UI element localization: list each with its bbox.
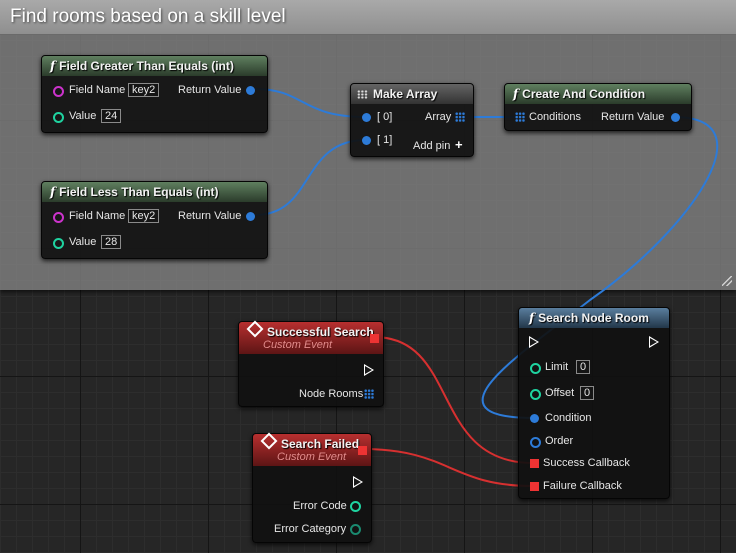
offset-label: Offset xyxy=(545,387,575,399)
node-header[interactable]: Make Array xyxy=(351,84,473,104)
node-header[interactable]: Search Failed Custom Event xyxy=(253,432,371,466)
order-pin[interactable] xyxy=(530,437,541,448)
value-input[interactable]: 24 xyxy=(101,109,122,123)
array-input-label-1: [ 1] xyxy=(377,134,393,146)
custom-event-icon xyxy=(246,320,264,338)
return-value-label: Return Value xyxy=(178,210,242,222)
value-pin[interactable] xyxy=(53,112,64,123)
limit-input[interactable]: 0 xyxy=(576,360,591,374)
error-code-pin[interactable] xyxy=(350,501,361,512)
node-subtitle: Custom Event xyxy=(263,339,333,351)
event-delegate-pin[interactable] xyxy=(358,446,367,455)
failure-callback-pin[interactable] xyxy=(530,482,539,491)
field-name-label: Field Name xyxy=(69,210,126,222)
offset-pin[interactable] xyxy=(530,389,541,400)
array-input-pin-1[interactable] xyxy=(362,136,371,145)
node-subtitle: Custom Event xyxy=(277,451,347,463)
conditions-input-pin[interactable] xyxy=(515,112,525,122)
node-title: Field Less Than Equals (int) xyxy=(59,185,219,199)
conditions-label: Conditions xyxy=(529,111,581,123)
node-title: Make Array xyxy=(373,87,438,101)
array-input-pin-0[interactable] xyxy=(362,113,371,122)
node-header[interactable]: f Search Node Room xyxy=(519,308,669,328)
function-icon: f xyxy=(50,59,56,73)
node-header[interactable]: f Field Less Than Equals (int) xyxy=(42,182,267,202)
failure-callback-label: Failure Callback xyxy=(543,480,622,492)
error-category-label: Error Category xyxy=(274,523,347,535)
array-output-label: Array xyxy=(425,111,452,123)
value-input[interactable]: 28 xyxy=(101,235,122,249)
return-value-pin[interactable] xyxy=(246,86,255,95)
exec-out-pin[interactable] xyxy=(353,476,363,488)
node-rooms-label: Node Rooms xyxy=(299,388,364,400)
node-title: Search Node Room xyxy=(538,311,649,325)
node-header[interactable]: Successful Search Custom Event xyxy=(239,320,383,354)
exec-out-pin[interactable] xyxy=(364,364,374,376)
error-code-label: Error Code xyxy=(293,500,347,512)
field-name-label: Field Name xyxy=(69,84,126,96)
limit-pin[interactable] xyxy=(530,363,541,374)
node-title: Create And Condition xyxy=(522,87,646,101)
field-name-input[interactable]: key2 xyxy=(128,209,160,223)
field-name-input[interactable]: key2 xyxy=(128,83,160,97)
exec-out-pin[interactable] xyxy=(649,336,659,348)
node-title: Search Failed xyxy=(281,437,360,451)
condition-label: Condition xyxy=(545,412,592,424)
node-search-failed-event[interactable]: Search Failed Custom Event Error Code Er… xyxy=(252,432,372,543)
node-header[interactable]: f Create And Condition xyxy=(505,84,691,104)
add-pin-icon[interactable]: + xyxy=(455,138,463,151)
return-value-pin[interactable] xyxy=(246,212,255,221)
condition-pin[interactable] xyxy=(530,414,539,423)
return-value-label: Return Value xyxy=(601,111,665,123)
make-array-icon xyxy=(357,90,368,100)
field-name-pin[interactable] xyxy=(53,212,64,223)
add-pin-label[interactable]: Add pin xyxy=(413,139,450,153)
offset-input[interactable]: 0 xyxy=(580,386,595,400)
function-icon: f xyxy=(529,311,535,325)
return-value-label: Return Value xyxy=(178,84,242,96)
node-field-less-than-equals[interactable]: f Field Less Than Equals (int) Field Name… xyxy=(41,181,268,259)
return-value-pin[interactable] xyxy=(671,113,680,122)
node-successful-search-event[interactable]: Successful Search Custom Event Node Room… xyxy=(238,320,384,407)
field-name-pin[interactable] xyxy=(53,86,64,97)
array-output-pin[interactable] xyxy=(455,112,465,122)
success-callback-pin[interactable] xyxy=(530,459,539,468)
node-search-node-room[interactable]: f Search Node Room Limit 0 Offset 0 Condi… xyxy=(518,307,670,499)
success-callback-label: Success Callback xyxy=(543,457,630,469)
exec-in-pin[interactable] xyxy=(529,336,539,348)
node-title: Field Greater Than Equals (int) xyxy=(59,59,234,73)
value-label: Value xyxy=(69,110,97,122)
node-make-array[interactable]: Make Array [ 0] Array [ 1] Add pin + xyxy=(350,83,474,157)
node-create-and-condition[interactable]: f Create And Condition Conditions Return … xyxy=(504,83,692,131)
limit-label: Limit xyxy=(545,361,569,373)
node-header[interactable]: f Field Greater Than Equals (int) xyxy=(42,56,267,76)
array-input-label-0: [ 0] xyxy=(377,111,393,123)
function-icon: f xyxy=(50,185,56,199)
node-field-greater-than-equals[interactable]: f Field Greater Than Equals (int) Field N… xyxy=(41,55,268,133)
wire-success-callback[interactable] xyxy=(373,336,534,464)
order-label: Order xyxy=(545,435,574,447)
node-rooms-pin[interactable] xyxy=(364,389,374,399)
wire-failure-callback[interactable] xyxy=(361,448,534,487)
event-delegate-pin[interactable] xyxy=(370,334,379,343)
node-title: Successful Search xyxy=(267,325,374,339)
value-pin[interactable] xyxy=(53,238,64,249)
custom-event-icon xyxy=(260,432,278,450)
value-label: Value xyxy=(69,236,97,248)
function-icon: f xyxy=(513,87,519,101)
error-category-pin[interactable] xyxy=(350,524,361,535)
